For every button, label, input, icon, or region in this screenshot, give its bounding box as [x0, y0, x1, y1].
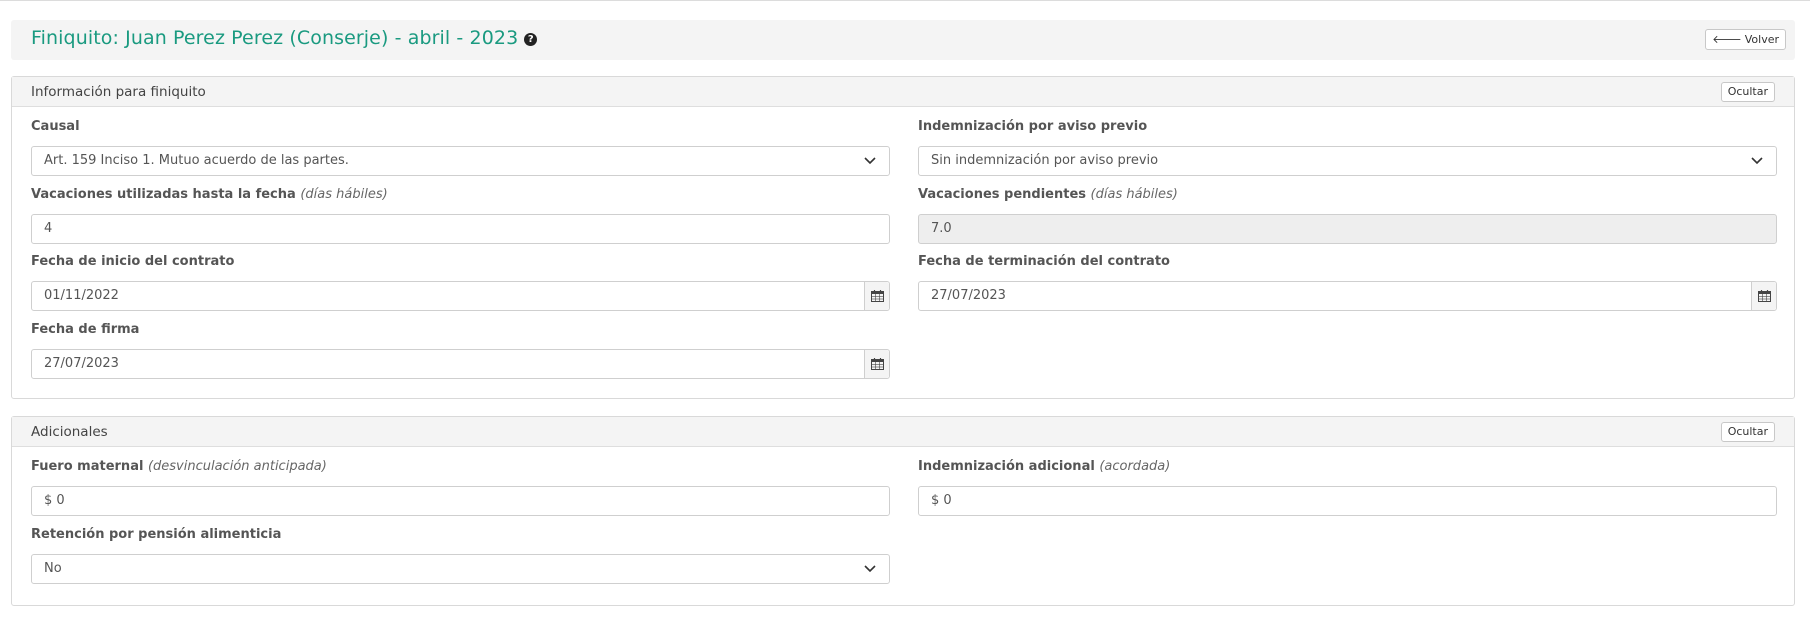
vacaciones-pendientes-value: 7.0	[931, 221, 952, 236]
page-title-text: Finiquito: Juan Perez Perez (Conserje) -…	[31, 27, 519, 49]
fecha-inicio-label: Fecha de inicio del contrato	[31, 254, 235, 269]
info-panel-title: Información para finiquito	[31, 84, 206, 100]
retencion-pension-value: No	[44, 561, 62, 576]
fuero-maternal-field: Fuero maternal (desvinculación anticipad…	[31, 459, 890, 516]
fecha-termino-input[interactable]: 27/07/2023	[918, 281, 1777, 311]
back-button-label: Volver	[1744, 33, 1779, 46]
fecha-termino-field: Fecha de terminación del contrato 27/07/…	[918, 254, 1777, 311]
vacaciones-pendientes-field: Vacaciones pendientes (días hábiles) 7.0	[918, 187, 1777, 244]
calendar-icon	[871, 290, 884, 302]
indemnizacion-adicional-input[interactable]: $ 0	[918, 486, 1777, 516]
fecha-inicio-input[interactable]: 01/11/2022	[31, 281, 890, 311]
page-title: Finiquito: Juan Perez Perez (Conserje) -…	[31, 27, 538, 49]
indemnizacion-adicional-hint: (acordada)	[1099, 459, 1171, 474]
calendar-icon	[1758, 290, 1771, 302]
fecha-inicio-value: 01/11/2022	[44, 288, 119, 303]
indemnizacion-adicional-value: $ 0	[931, 493, 952, 508]
calendar-button[interactable]	[864, 350, 889, 378]
fecha-firma-value: 27/07/2023	[44, 356, 119, 371]
calendar-button[interactable]	[864, 282, 889, 310]
chevron-down-icon	[1750, 147, 1764, 175]
extras-panel-hide-button[interactable]: Ocultar	[1720, 422, 1775, 442]
info-panel: Información para finiquito Ocultar Causa…	[11, 76, 1795, 399]
aviso-previo-value: Sin indemnización por aviso previo	[931, 153, 1159, 168]
causal-value: Art. 159 Inciso 1. Mutuo acuerdo de las …	[44, 153, 349, 168]
question-circle-icon[interactable]: ?	[524, 33, 538, 46]
chevron-down-icon	[863, 555, 877, 583]
aviso-previo-select[interactable]: Sin indemnización por aviso previo	[918, 146, 1777, 176]
info-panel-header: Información para finiquito Ocultar	[12, 77, 1794, 107]
fuero-maternal-hint: (desvinculación anticipada)	[147, 459, 327, 474]
aviso-previo-label: Indemnización por aviso previo	[918, 119, 1148, 134]
calendar-icon	[871, 358, 884, 370]
extras-panel: Adicionales Ocultar Fuero maternal (desv…	[11, 416, 1795, 606]
retencion-pension-select[interactable]: No	[31, 554, 890, 584]
fecha-termino-label: Fecha de terminación del contrato	[918, 254, 1170, 269]
info-panel-hide-button[interactable]: Ocultar	[1720, 82, 1775, 102]
extras-panel-header: Adicionales Ocultar	[12, 417, 1794, 447]
fuero-maternal-label: Fuero maternal (desvinculación anticipad…	[31, 459, 327, 474]
fecha-firma-input[interactable]: 27/07/2023	[31, 349, 890, 379]
retencion-pension-label: Retención por pensión alimenticia	[31, 527, 282, 542]
causal-label: Causal	[31, 119, 80, 134]
indemnizacion-adicional-label: Indemnización adicional (acordada)	[918, 459, 1171, 474]
aviso-previo-field: Indemnización por aviso previo Sin indem…	[918, 119, 1777, 176]
fecha-termino-value: 27/07/2023	[931, 288, 1006, 303]
causal-select[interactable]: Art. 159 Inciso 1. Mutuo acuerdo de las …	[31, 146, 890, 176]
page-header: Finiquito: Juan Perez Perez (Conserje) -…	[11, 20, 1795, 60]
back-button[interactable]: 🡐 Volver	[1705, 29, 1786, 50]
vacaciones-pendientes-label: Vacaciones pendientes (días hábiles)	[918, 187, 1178, 202]
fuero-maternal-input[interactable]: $ 0	[31, 486, 890, 516]
vacaciones-utilizadas-value: 4	[44, 221, 53, 236]
vacaciones-utilizadas-field: Vacaciones utilizadas hasta la fecha (dí…	[31, 187, 890, 244]
vacaciones-pendientes-hint: (días hábiles)	[1090, 187, 1178, 202]
indemnizacion-adicional-field: Indemnización adicional (acordada) $ 0	[918, 459, 1777, 516]
arrow-left-icon: 🡐	[1712, 33, 1742, 46]
vacaciones-utilizadas-input[interactable]: 4	[31, 214, 890, 244]
vacaciones-utilizadas-label: Vacaciones utilizadas hasta la fecha (dí…	[31, 187, 388, 202]
vacaciones-utilizadas-hint: (días hábiles)	[300, 187, 388, 202]
causal-field: Causal Art. 159 Inciso 1. Mutuo acuerdo …	[31, 119, 890, 176]
chevron-down-icon	[863, 147, 877, 175]
vacaciones-pendientes-input: 7.0	[918, 214, 1777, 244]
fuero-maternal-value: $ 0	[44, 493, 65, 508]
top-divider	[0, 0, 1810, 1]
fecha-firma-field: Fecha de firma 27/07/2023	[31, 322, 890, 379]
fecha-firma-label: Fecha de firma	[31, 322, 140, 337]
calendar-button[interactable]	[1751, 282, 1776, 310]
retencion-pension-field: Retención por pensión alimenticia No	[31, 527, 890, 584]
extras-panel-title: Adicionales	[31, 424, 108, 440]
fecha-inicio-field: Fecha de inicio del contrato 01/11/2022	[31, 254, 890, 311]
